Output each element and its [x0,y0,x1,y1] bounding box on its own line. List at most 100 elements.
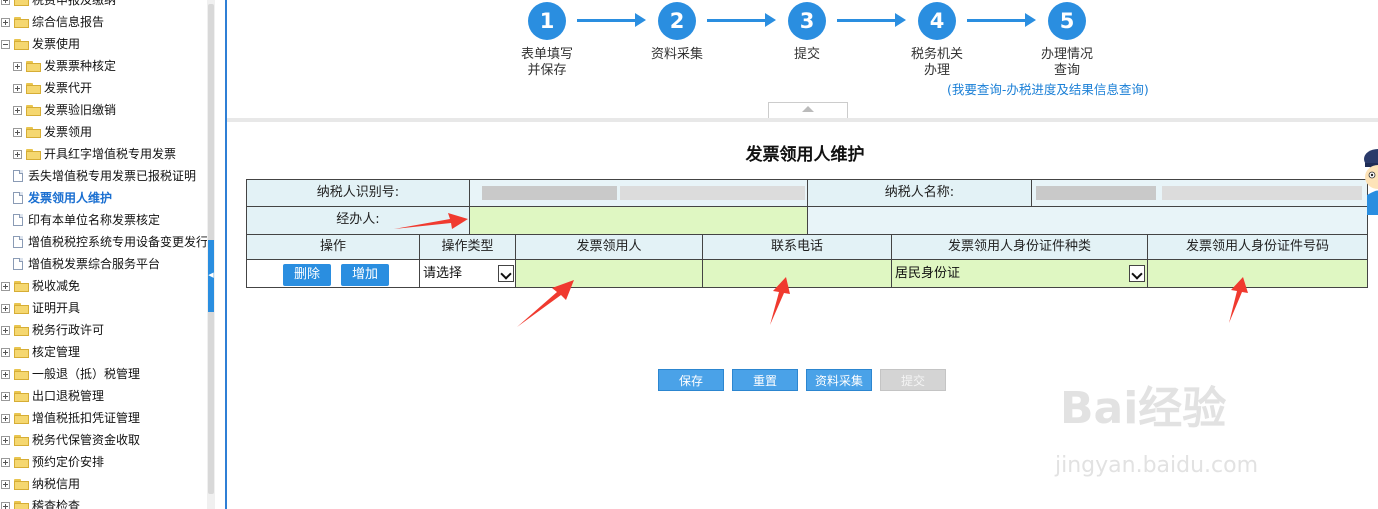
sidebar-item[interactable]: 一般退（抵）税管理 [1,363,140,385]
document-icon [13,258,23,270]
step-number-circle: 5 [1048,2,1086,40]
expand-icon[interactable] [13,149,22,159]
step-label-line: 资料采集 [650,47,703,62]
expand-icon[interactable] [13,61,22,71]
sidebar-item[interactable]: 发票票种核定 [13,55,116,77]
sidebar-item[interactable]: 证明开具 [1,297,80,319]
id-number-input[interactable] [1147,259,1368,288]
sidebar-item-label: 增值税税控系统专用设备变更发行 [28,235,207,249]
sidebar-item[interactable]: 发票领用人维护 [13,187,112,209]
submit-button[interactable]: 提交 [880,369,946,391]
sidebar-item[interactable]: 发票领用 [13,121,92,143]
sidebar-item[interactable]: 增值税抵扣凭证管理 [1,407,140,429]
page-title: 发票领用人维护 [745,145,865,165]
folder-icon [26,104,41,116]
op-type-select[interactable]: 请选择 [420,263,515,285]
step-number-circle: 2 [658,2,696,40]
sidebar-item[interactable]: 税务代保管资金收取 [1,429,140,451]
progress-query-link[interactable]: (我要查询-办税进度及结果信息查询) [947,79,1149,98]
sidebar-item[interactable]: 预约定价安排 [1,451,104,473]
folder-icon [14,0,29,6]
sidebar-item[interactable]: 纳税信用 [1,473,80,495]
sidebar-item[interactable]: 增值税发票综合服务平台 [13,253,160,275]
sidebar-item[interactable]: 核定管理 [1,341,80,363]
sidebar-tree: 税费申报及缴纳综合信息报告发票使用 发票票种核定 发票代开发票验旧缴销 发票领用开具红… [0,0,207,509]
sidebar-item[interactable]: 丢失增值税专用发票已报税证明 [13,165,196,187]
collapse-icon[interactable] [1,39,10,49]
sidebar-item[interactable]: 税收减免 [1,275,80,297]
sidebar-item[interactable]: 税务行政许可 [1,319,104,341]
expand-icon[interactable] [1,0,10,5]
expand-icon[interactable] [1,369,10,379]
sidebar-item[interactable]: 税费申报及缴纳 [1,0,116,11]
sidebar-item[interactable]: 稽查检查 [1,495,80,509]
sidebar-item-label: 核定管理 [32,345,81,359]
op-type-value: 请选择 [423,266,463,281]
step-number-circle: 3 [788,2,826,40]
step-label-line: 并保存 [527,63,567,78]
sidebar-item[interactable]: 增值税税控系统专用设备变更发行 [13,231,207,253]
sidebar-item[interactable]: 发票代开 [13,77,92,99]
sidebar-item-label: 税务代保管资金收取 [32,433,141,447]
sidebar-item[interactable]: 开具红字增值税专用发票 [13,143,176,165]
add-button[interactable]: 增加 [341,264,389,286]
folder-icon [14,478,29,490]
sidebar-item-label: 增值税抵扣凭证管理 [32,411,141,425]
chevron-down-icon[interactable] [1129,265,1145,282]
sidebar-item[interactable]: 印有本单位名称发票核定 [13,209,160,231]
expand-icon[interactable] [1,325,10,335]
handler-input[interactable] [469,206,808,235]
step-label: 税务机关 办理 [877,47,997,79]
col-header-id-number: 发票领用人身份证件号码 [1147,234,1368,260]
expand-icon[interactable] [13,105,22,115]
sidebar-item[interactable]: 综合信息报告 [1,11,104,33]
sidebar-item-label: 纳税信用 [32,477,81,491]
sidebar-item-label: 印有本单位名称发票核定 [28,213,161,227]
id-type-select[interactable]: 居民身份证 [892,263,1147,285]
red-annotation-arrow [517,280,574,327]
sidebar-item[interactable]: 发票使用 [1,33,80,55]
expand-icon[interactable] [1,457,10,467]
expand-icon[interactable] [1,17,10,27]
folder-icon [14,368,29,380]
folder-icon [26,148,41,160]
expand-icon[interactable] [1,501,10,509]
sidebar-item-label: 发票验旧缴销 [44,103,117,117]
phone-input[interactable] [702,259,892,288]
expand-icon[interactable] [1,303,10,313]
expand-icon[interactable] [13,127,22,137]
step-label-line: 办理 [923,63,950,78]
expand-icon[interactable] [13,83,22,93]
mascot-icon [1364,149,1378,215]
expand-icon[interactable] [1,347,10,357]
sidebar-item[interactable]: 出口退税管理 [1,385,104,407]
sidebar-item-label: 稽查检查 [32,499,81,509]
folder-icon [14,38,29,50]
folder-icon [14,412,29,424]
expand-icon[interactable] [1,391,10,401]
step-number-circle: 4 [918,2,956,40]
folder-icon [14,434,29,446]
delete-button[interactable]: 删除 [283,264,331,286]
col-header-phone: 联系电话 [702,234,892,260]
step-arrow-icon [707,13,776,27]
reset-button[interactable]: 重置 [732,369,798,391]
sidebar-item-label: 预约定价安排 [32,455,105,469]
col-header-recipient: 发票领用人 [515,234,703,260]
expand-icon[interactable] [1,413,10,423]
save-button[interactable]: 保存 [658,369,724,391]
collapse-splitter[interactable]: ◀ [208,240,214,312]
step-arrow-icon [577,13,646,27]
operation-cell [246,259,420,288]
col-header-op-type: 操作类型 [419,234,516,260]
chevron-down-icon[interactable] [498,265,514,282]
collect-docs-button[interactable]: 资料采集 [806,369,872,391]
sidebar-item-label: 综合信息报告 [32,15,105,29]
expand-icon[interactable] [1,435,10,445]
collapse-tab-handle[interactable] [768,102,848,119]
expand-icon[interactable] [1,281,10,291]
sidebar-item-label: 发票领用 [44,125,93,139]
sidebar-item[interactable]: 发票验旧缴销 [13,99,116,121]
step-label-line: 办理情况 [1040,47,1093,62]
expand-icon[interactable] [1,479,10,489]
